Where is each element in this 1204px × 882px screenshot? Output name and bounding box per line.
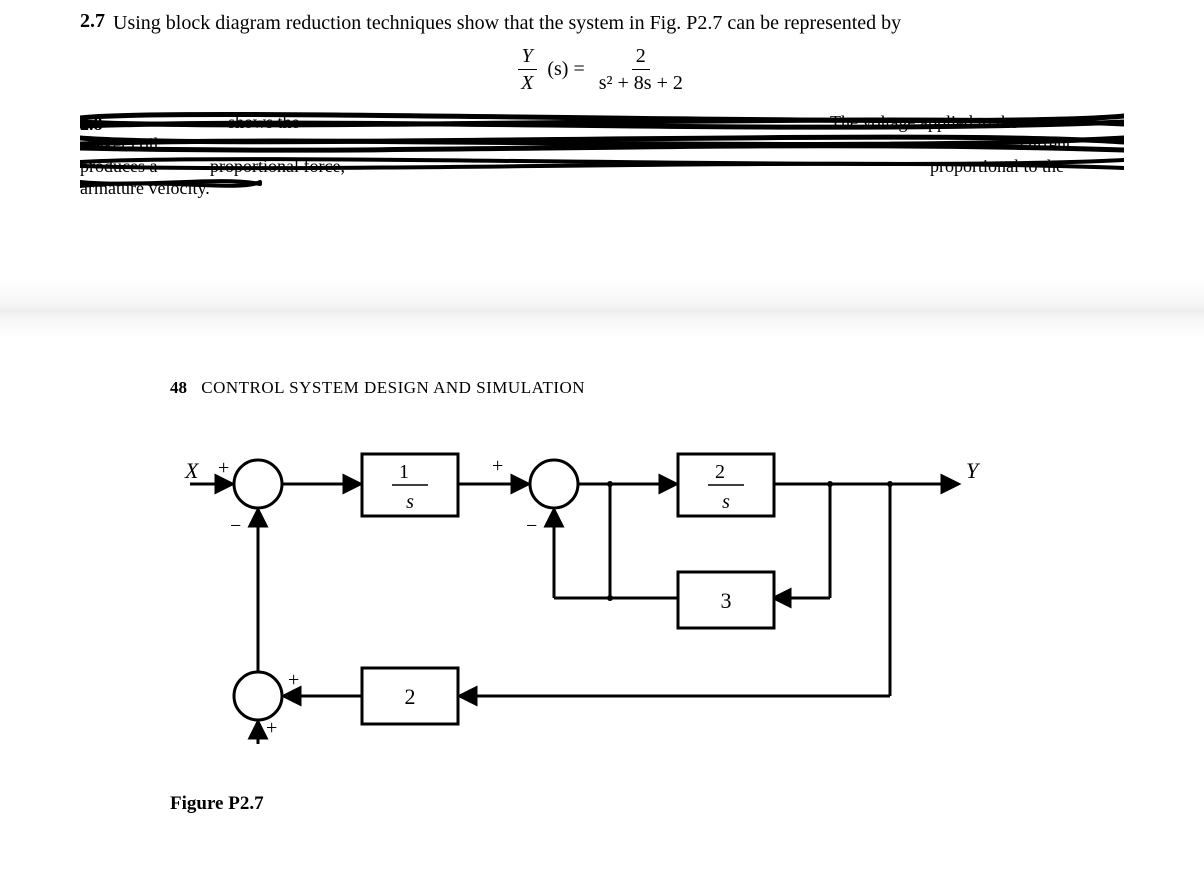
rhs-numerator: 2 [632, 45, 650, 70]
problem-number: 2.7 [80, 10, 105, 33]
sum2-minus: − [526, 515, 537, 537]
page-break-shadow [0, 278, 1204, 338]
block-h1-label: 3 [721, 588, 732, 613]
rhs-denominator: s² + 8s + 2 [595, 70, 687, 94]
svg-text:+: + [492, 455, 503, 477]
summing-junction-1 [234, 460, 282, 508]
block-diagram: X + − 1 s + − 2 s Y [170, 428, 1114, 763]
sum3-plus-bottom: + [266, 717, 277, 739]
crossed-out-problem: 2.8 shows the The voltage applied to the… [80, 108, 1124, 198]
block-g2-den: s [722, 491, 730, 513]
block-g2-num: 2 [715, 461, 725, 483]
summing-junction-2 [530, 460, 578, 508]
svg-text:+: + [218, 457, 229, 479]
problem-text: Using block diagram reduction techniques… [113, 10, 901, 37]
book-section-title: CONTROL SYSTEM DESIGN AND SIMULATION [201, 378, 585, 397]
transfer-function-equation: Y X (s) = 2 s² + 8s + 2 [80, 45, 1124, 94]
summing-junction-3 [234, 672, 282, 720]
output-label: Y [966, 458, 981, 483]
lhs-numerator: Y [518, 45, 537, 70]
sum1-minus: − [230, 515, 241, 537]
input-label: X [184, 458, 200, 483]
block-g1-den: s [406, 491, 414, 513]
block-h2-label: 2 [405, 684, 416, 709]
lhs-denominator: X [517, 70, 537, 94]
arg-equals: (s) = [547, 58, 584, 81]
rhs-fraction: 2 s² + 8s + 2 [595, 45, 687, 94]
problem-statement: 2.7 Using block diagram reduction techni… [80, 10, 1124, 37]
sum3-plus-right: + [288, 669, 299, 691]
figure-caption: Figure P2.7 [170, 793, 1114, 815]
lhs-fraction: Y X [517, 45, 537, 94]
page-number: 48 [170, 378, 187, 397]
block-g1-num: 1 [399, 461, 409, 483]
strike-lines [80, 108, 1124, 198]
running-head: 48 CONTROL SYSTEM DESIGN AND SIMULATION [170, 378, 1114, 398]
